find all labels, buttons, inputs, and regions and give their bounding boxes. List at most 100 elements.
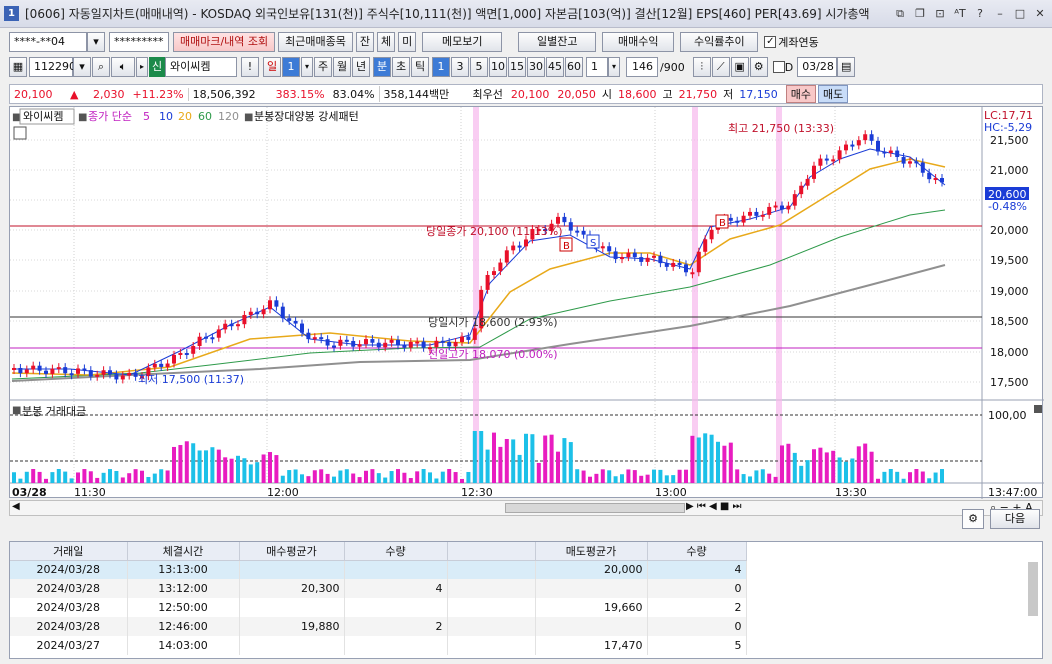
- font-size-icon[interactable]: ᴬT: [952, 6, 968, 22]
- chart-panel[interactable]: B S B 최고 21,750 (13:33) 당일종가 20,100 (11.…: [9, 106, 1044, 499]
- trade-profit-button[interactable]: 매매수익: [602, 32, 675, 52]
- next-button[interactable]: 다음: [990, 509, 1040, 529]
- settings-icon[interactable]: ⚙: [962, 509, 984, 529]
- password-field[interactable]: *********: [109, 32, 169, 52]
- stock-name-field[interactable]: 와이씨켐: [165, 57, 237, 77]
- minute-button[interactable]: 분: [373, 57, 391, 77]
- scroll-thumb[interactable]: [505, 503, 685, 513]
- candle-body: [63, 367, 68, 374]
- period-15-button[interactable]: 15: [508, 57, 526, 77]
- che-button[interactable]: 체: [377, 32, 396, 52]
- table-scrollbar[interactable]: [1028, 562, 1038, 616]
- volume-bar: [869, 451, 874, 483]
- volume-bar: [856, 446, 861, 483]
- table-row[interactable]: 2024/03/28 13:13:00 20,000 4: [10, 560, 747, 579]
- help-icon[interactable]: ?: [972, 6, 988, 22]
- draw-tools-icon[interactable]: ⟋: [711, 57, 730, 77]
- d-checkbox[interactable]: D: [772, 61, 793, 74]
- close-icon[interactable]: ✕: [1032, 6, 1048, 22]
- daily-count-dropdown-icon[interactable]: ▾: [301, 57, 313, 77]
- minimize-icon[interactable]: –: [992, 6, 1008, 22]
- buy-button[interactable]: 매수: [785, 85, 817, 103]
- monthly-button[interactable]: 월: [333, 57, 351, 77]
- save-icon[interactable]: ▣: [730, 57, 749, 77]
- volume-bar: [850, 458, 855, 483]
- volume-bar: [415, 471, 420, 483]
- jan-button[interactable]: 잔: [355, 32, 375, 52]
- chart-scrollbar[interactable]: ◀ ▶ ⏮ ◀ ■ ⏭ ⌕ − + A: [9, 500, 1043, 516]
- chart-svg[interactable]: B S B 최고 21,750 (13:33) 당일종가 20,100 (11.…: [10, 107, 1044, 499]
- yearly-button[interactable]: 년: [352, 57, 370, 77]
- table-row[interactable]: 2024/03/27 14:03:00 17,470 5: [10, 636, 747, 655]
- candle-body: [748, 211, 752, 216]
- tick-button[interactable]: 틱: [411, 57, 429, 77]
- lock-icon[interactable]: ⊡: [932, 6, 948, 22]
- speaker-icon[interactable]: 🔈︎: [111, 57, 135, 77]
- candle-body: [229, 323, 234, 327]
- volume-bar: [652, 469, 656, 483]
- table-row[interactable]: 2024/03/28 13:12:00 20,300 4 0: [10, 579, 747, 598]
- period-60-button[interactable]: 60: [565, 57, 583, 77]
- account-dropdown-icon[interactable]: ▾: [87, 32, 105, 52]
- time-tick: 13:47:00: [988, 486, 1037, 499]
- second-button[interactable]: 초: [392, 57, 410, 77]
- candle-body: [357, 344, 362, 347]
- menu-icon[interactable]: ▸: [136, 57, 148, 77]
- memo-view-button[interactable]: 메모보기: [422, 32, 503, 52]
- range-field[interactable]: 146: [626, 57, 658, 77]
- trade-mark-query-button[interactable]: 매매마크/내역 조회: [173, 32, 276, 52]
- high-label: 고: [662, 88, 673, 101]
- trade-history-table[interactable]: 거래일 체결시간 매수평균가 수량 매도평균가 수량 2024/03/28 13:…: [9, 541, 1043, 659]
- weekly-button[interactable]: 주: [314, 57, 332, 77]
- mi-button[interactable]: 미: [398, 32, 417, 52]
- candle-body: [31, 365, 36, 370]
- candle-body: [799, 185, 804, 195]
- search-icon[interactable]: ⌕: [92, 57, 110, 77]
- table-row[interactable]: 2024/03/28 12:46:00 19,880 2 0: [10, 617, 747, 636]
- candle-body: [338, 339, 343, 346]
- cell: [447, 598, 536, 617]
- stock-code-field[interactable]: 112290: [29, 57, 76, 77]
- candle-body: [274, 300, 279, 307]
- period-5-button[interactable]: 5: [470, 57, 488, 77]
- layout-icon[interactable]: ▦: [9, 57, 27, 77]
- interval-field[interactable]: 1: [586, 57, 608, 77]
- period-3-button[interactable]: 3: [451, 57, 469, 77]
- window-number-icon[interactable]: 1: [4, 6, 19, 21]
- candle-body: [696, 251, 701, 273]
- cell: [344, 598, 448, 617]
- period-1-button[interactable]: 1: [432, 57, 450, 77]
- date-field[interactable]: 03/28: [797, 57, 838, 77]
- account-field[interactable]: ****-**04: [9, 32, 87, 52]
- volume-bar: [556, 451, 560, 483]
- play-icon[interactable]: ▶ ⏮ ◀ ■ ⏭: [686, 501, 742, 512]
- trade-highlight-band: [692, 107, 698, 483]
- recent-trades-button[interactable]: 최근매매종목: [278, 32, 353, 52]
- volume-bar: [914, 469, 919, 483]
- maximize-icon[interactable]: □: [1012, 6, 1028, 22]
- link-icon[interactable]: ⧉: [892, 6, 908, 22]
- period-10-button[interactable]: 10: [489, 57, 507, 77]
- table-row[interactable]: 2024/03/28 12:50:00 19,660 2: [10, 598, 747, 617]
- candle-body: [172, 354, 176, 364]
- interval-dropdown-icon[interactable]: ▾: [608, 57, 620, 77]
- stock-dropdown-icon[interactable]: ▾: [73, 57, 91, 77]
- alert-button[interactable]: !: [241, 57, 259, 77]
- settings-icon[interactable]: ⚙: [749, 57, 768, 77]
- candle-body: [127, 372, 132, 376]
- copy-icon[interactable]: ❐: [912, 6, 928, 22]
- candle-type-icon[interactable]: ⫶: [692, 57, 711, 77]
- profit-trend-button[interactable]: 수익률추이: [680, 32, 759, 52]
- period-45-button[interactable]: 45: [546, 57, 564, 77]
- period-30-button[interactable]: 30: [527, 57, 545, 77]
- daily-period-button[interactable]: 일: [263, 57, 281, 77]
- sell-button[interactable]: 매도: [818, 85, 849, 103]
- calendar-icon[interactable]: ▤: [837, 57, 856, 77]
- candle-body: [351, 340, 356, 347]
- daily-count-field[interactable]: 1: [282, 57, 300, 77]
- volume-bar: [447, 469, 452, 483]
- account-link-checkbox[interactable]: ✓ 계좌연동: [764, 34, 819, 50]
- daily-balance-button[interactable]: 일별잔고: [518, 32, 597, 52]
- candle-body: [319, 337, 324, 340]
- scroll-left-icon[interactable]: ◀: [12, 501, 20, 512]
